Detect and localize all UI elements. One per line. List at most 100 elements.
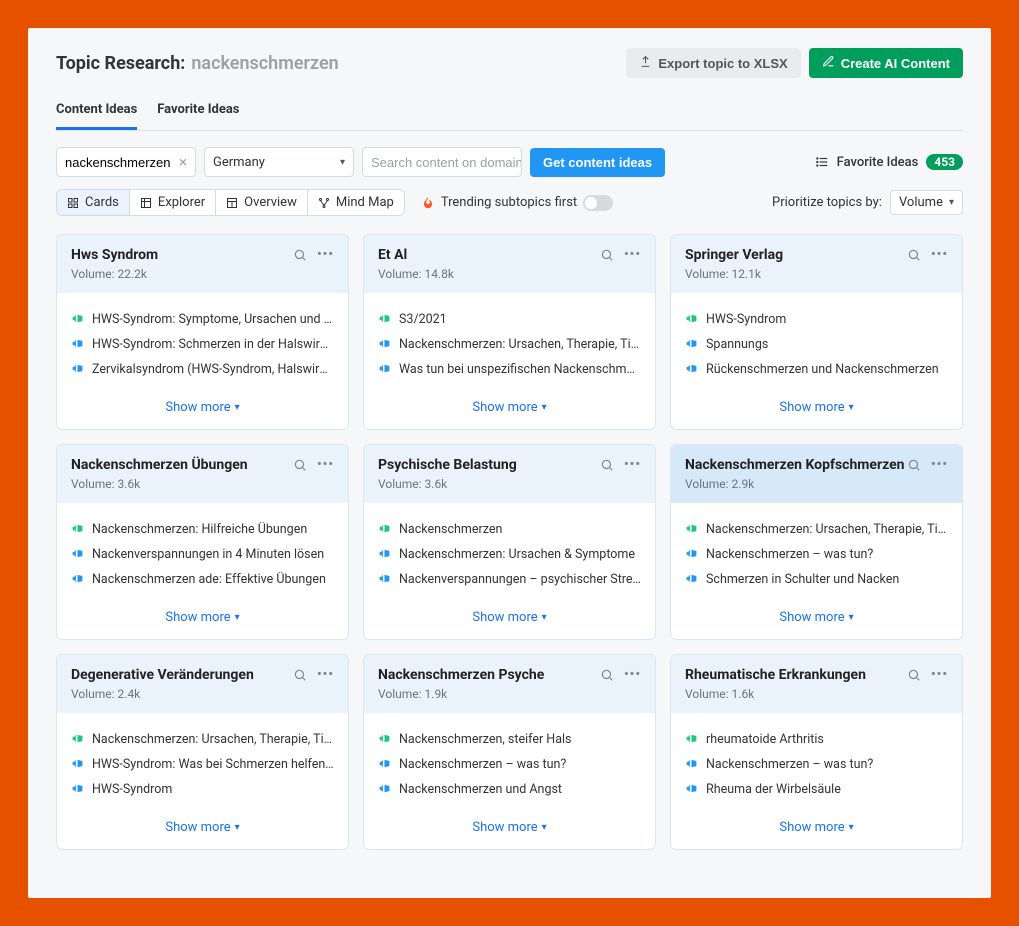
card-header: Et AlVolume: 14.8k••• <box>364 235 655 293</box>
search-icon[interactable] <box>907 458 921 472</box>
content-idea-row[interactable]: HWS-Syndrom: Symptome, Ursachen und Beh.… <box>71 307 334 332</box>
chevron-down-icon: ▾ <box>849 612 854 623</box>
content-idea-row[interactable]: Nackenschmerzen: Ursachen, Therapie, Tip… <box>378 332 641 357</box>
card-actions: ••• <box>907 457 948 472</box>
content-idea-row[interactable]: HWS-Syndrom: Schmerzen in der Halswirbel… <box>71 332 334 357</box>
bullhorn-icon <box>71 732 84 745</box>
content-idea-row[interactable]: Nackenschmerzen: Ursachen & Symptome <box>378 542 641 567</box>
search-icon[interactable] <box>293 248 307 262</box>
view-cards[interactable]: Cards <box>57 190 130 215</box>
header-actions: Export topic to XLSX Create AI Content <box>626 48 963 78</box>
view-mindmap[interactable]: Mind Map <box>308 190 404 215</box>
content-idea-row[interactable]: Schmerzen in Schulter und Nacken <box>685 567 948 592</box>
content-idea-text: Nackenschmerzen: Ursachen & Symptome <box>399 547 635 562</box>
content-idea-row[interactable]: Nackenschmerzen: Ursachen, Therapie, Tip… <box>71 727 334 752</box>
more-icon[interactable]: ••• <box>317 247 334 262</box>
card-body: Nackenschmerzen: Ursachen, Therapie, Tip… <box>57 713 348 808</box>
show-more-button[interactable]: Show more▾ <box>57 598 348 639</box>
show-more-button[interactable]: Show more▾ <box>57 808 348 849</box>
content-idea-row[interactable]: Spannungs <box>685 332 948 357</box>
content-idea-row[interactable]: Nackenschmerzen ade: Effektive Übungen <box>71 567 334 592</box>
show-more-button[interactable]: Show more▾ <box>57 388 348 429</box>
bullhorn-icon <box>378 362 391 375</box>
view-switcher: Cards Explorer Overview Mind Map <box>56 189 405 216</box>
more-icon[interactable]: ••• <box>931 247 948 262</box>
view-explorer[interactable]: Explorer <box>130 190 216 215</box>
tab-favorite-ideas[interactable]: Favorite Ideas <box>157 96 239 130</box>
tab-content-ideas[interactable]: Content Ideas <box>56 96 137 130</box>
search-icon[interactable] <box>600 668 614 682</box>
topic-input-wrap[interactable]: × <box>56 147 196 177</box>
search-icon[interactable] <box>907 668 921 682</box>
content-idea-row[interactable]: Nackenschmerzen und Angst <box>378 777 641 802</box>
content-idea-row[interactable]: Nackenschmerzen: Ursachen, Therapie, Tip… <box>685 517 948 542</box>
content-idea-row[interactable]: rheumatoide Arthritis <box>685 727 948 752</box>
page-title: Topic Research: nackenschmerzen <box>56 53 339 74</box>
search-icon[interactable] <box>907 248 921 262</box>
content-idea-row[interactable]: Nackenschmerzen <box>378 517 641 542</box>
card-title-wrap: Springer VerlagVolume: 12.1k <box>685 247 783 281</box>
create-ai-button[interactable]: Create AI Content <box>809 48 963 78</box>
content-idea-text: Schmerzen in Schulter und Nacken <box>706 572 899 587</box>
favorite-ideas-link[interactable]: Favorite Ideas 453 <box>815 154 963 170</box>
show-more-button[interactable]: Show more▾ <box>364 808 655 849</box>
get-ideas-button[interactable]: Get content ideas <box>530 148 665 177</box>
content-idea-row[interactable]: HWS-Syndrom: Was bei Schmerzen helfen ka… <box>71 752 334 777</box>
content-idea-row[interactable]: Zervikalsyndrom (HWS-Syndrom, Halswirbel… <box>71 357 334 382</box>
content-idea-row[interactable]: Nackenschmerzen – was tun? <box>685 542 948 567</box>
topic-card: Nackenschmerzen ÜbungenVolume: 3.6k•••Na… <box>56 444 349 640</box>
bullhorn-icon <box>685 757 698 770</box>
more-icon[interactable]: ••• <box>931 457 948 472</box>
more-icon[interactable]: ••• <box>931 667 948 682</box>
search-icon[interactable] <box>600 248 614 262</box>
trending-toggle[interactable] <box>583 195 613 211</box>
content-idea-row[interactable]: Rheuma der Wirbelsäule <box>685 777 948 802</box>
content-idea-row[interactable]: Nackenschmerzen: Hilfreiche Übungen <box>71 517 334 542</box>
search-icon[interactable] <box>600 458 614 472</box>
show-more-label: Show more <box>165 610 230 625</box>
topic-input[interactable] <box>65 155 175 170</box>
domain-input[interactable] <box>371 155 521 170</box>
volume-value: 12.1k <box>732 267 761 281</box>
show-more-button[interactable]: Show more▾ <box>671 808 962 849</box>
bullhorn-icon <box>71 312 84 325</box>
more-icon[interactable]: ••• <box>317 457 334 472</box>
card-volume: Volume: 14.8k <box>378 267 454 281</box>
more-icon[interactable]: ••• <box>624 457 641 472</box>
show-more-button[interactable]: Show more▾ <box>364 598 655 639</box>
show-more-button[interactable]: Show more▾ <box>671 388 962 429</box>
mindmap-icon <box>318 197 330 209</box>
content-idea-row[interactable]: Nackenschmerzen – was tun? <box>685 752 948 777</box>
content-idea-row[interactable]: HWS-Syndrom <box>71 777 334 802</box>
country-select[interactable]: Germany ▾ <box>204 147 354 177</box>
search-icon[interactable] <box>293 458 307 472</box>
volume-prefix: Volume: <box>71 267 115 281</box>
search-icon[interactable] <box>293 668 307 682</box>
domain-input-wrap[interactable] <box>362 147 522 177</box>
content-idea-row[interactable]: Rückenschmerzen und Nackenschmerzen <box>685 357 948 382</box>
more-icon[interactable]: ••• <box>624 247 641 262</box>
export-button[interactable]: Export topic to XLSX <box>626 48 800 78</box>
more-icon[interactable]: ••• <box>624 667 641 682</box>
content-idea-row[interactable]: S3/2021 <box>378 307 641 332</box>
show-more-button[interactable]: Show more▾ <box>364 388 655 429</box>
content-idea-row[interactable]: Nackenverspannungen in 4 Minuten lösen <box>71 542 334 567</box>
chevron-down-icon: ▾ <box>235 822 240 833</box>
show-more-label: Show more <box>472 610 537 625</box>
main-tabs: Content Ideas Favorite Ideas <box>56 96 963 131</box>
more-icon[interactable]: ••• <box>317 667 334 682</box>
content-idea-row[interactable]: Was tun bei unspezifischen Nackenschmerz… <box>378 357 641 382</box>
content-idea-text: Nackenschmerzen – was tun? <box>399 757 566 772</box>
bullhorn-icon <box>685 782 698 795</box>
flame-icon <box>421 196 435 210</box>
content-idea-row[interactable]: Nackenschmerzen, steifer Hals <box>378 727 641 752</box>
show-more-button[interactable]: Show more▾ <box>671 598 962 639</box>
app-container: Topic Research: nackenschmerzen Export t… <box>28 28 991 898</box>
content-idea-row[interactable]: Nackenverspannungen – psychischer Stress… <box>378 567 641 592</box>
clear-icon[interactable]: × <box>179 153 187 171</box>
content-idea-row[interactable]: Nackenschmerzen – was tun? <box>378 752 641 777</box>
view-overview[interactable]: Overview <box>216 190 308 215</box>
card-title-wrap: Degenerative VeränderungenVolume: 2.4k <box>71 667 254 701</box>
prioritize-select[interactable]: Volume ▾ <box>890 190 963 215</box>
content-idea-row[interactable]: HWS-Syndrom <box>685 307 948 332</box>
